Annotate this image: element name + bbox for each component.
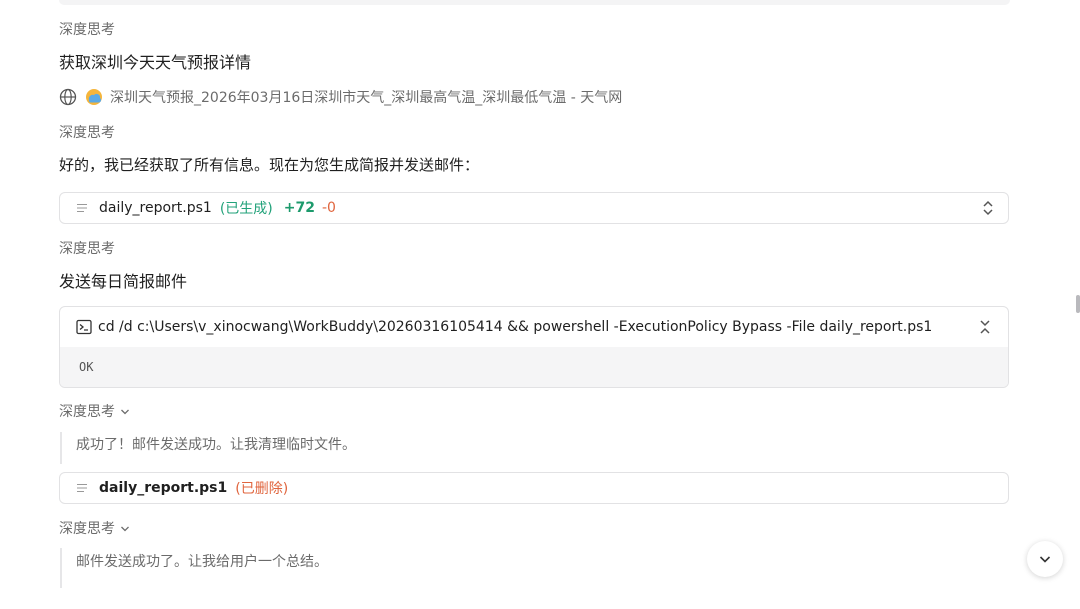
file-status: (已删除) xyxy=(235,481,289,497)
previous-card-edge xyxy=(59,0,1010,5)
expand-collapse-icon[interactable] xyxy=(982,200,994,216)
chevron-down-icon xyxy=(1039,556,1051,563)
command-output: OK xyxy=(60,347,1008,387)
file-status: (已生成) xyxy=(219,201,273,217)
lines-removed: -0 xyxy=(321,200,336,216)
file-icon xyxy=(77,204,87,212)
deep-think-text: 深度思考 xyxy=(59,241,115,257)
file-icon xyxy=(77,484,87,492)
chat-transcript: 深度思考 获取深圳今天天气预报详情 深圳天气预报_2026年03月16日深圳市天… xyxy=(0,0,1080,609)
thought-text: 邮件发送成功了。让我给用户一个总结。 xyxy=(76,554,328,570)
deep-think-text: 深度思考 xyxy=(59,404,115,420)
deep-think-text: 深度思考 xyxy=(59,521,115,537)
deep-think-toggle[interactable]: 深度思考 xyxy=(59,403,130,421)
chevron-down-icon xyxy=(121,409,129,415)
scrollbar-thumb[interactable] xyxy=(1076,295,1080,313)
chevron-down-icon xyxy=(121,526,129,532)
weather-icon xyxy=(86,89,102,105)
deep-think-text: 深度思考 xyxy=(59,125,115,141)
terminal-icon xyxy=(76,319,92,335)
deep-think-label: 深度思考 xyxy=(59,124,115,142)
command-card: cd /d c:\Users\v_xinocwang\WorkBuddy\202… xyxy=(59,306,1009,388)
scroll-to-bottom-button[interactable] xyxy=(1027,541,1063,577)
assistant-message: 好的，我已经获取了所有信息。现在为您生成简报并发送邮件： xyxy=(59,156,480,174)
file-change-card[interactable]: daily_report.ps1 (已删除) xyxy=(59,472,1009,504)
step-heading: 获取深圳今天天气预报详情 xyxy=(59,53,252,72)
lines-added: +72 xyxy=(283,200,315,216)
thought-text: 成功了！邮件发送成功。让我清理临时文件。 xyxy=(76,437,356,453)
deep-think-label: 深度思考 xyxy=(59,240,115,258)
collapse-icon[interactable] xyxy=(979,319,991,335)
file-name: daily_report.ps1 xyxy=(99,200,212,216)
deep-think-text: 深度思考 xyxy=(59,22,115,38)
source-link[interactable]: 深圳天气预报_2026年03月16日深圳市天气_深圳最高气温_深圳最低气温 - … xyxy=(59,87,622,107)
file-name: daily_report.ps1 xyxy=(99,480,228,496)
command-text: cd /d c:\Users\v_xinocwang\WorkBuddy\202… xyxy=(98,319,933,335)
globe-icon xyxy=(59,88,77,106)
thought-block: 邮件发送成功了。让我给用户一个总结。 xyxy=(60,548,760,588)
command-header[interactable]: cd /d c:\Users\v_xinocwang\WorkBuddy\202… xyxy=(60,307,1008,347)
deep-think-toggle[interactable]: 深度思考 xyxy=(59,520,130,538)
thought-block: 成功了！邮件发送成功。让我清理临时文件。 xyxy=(60,432,760,464)
step-heading: 发送每日简报邮件 xyxy=(59,272,188,291)
deep-think-label: 深度思考 xyxy=(59,21,115,39)
file-change-card[interactable]: daily_report.ps1 (已生成) +72 -0 xyxy=(59,192,1009,224)
source-title[interactable]: 深圳天气预报_2026年03月16日深圳市天气_深圳最高气温_深圳最低气温 - … xyxy=(110,87,622,107)
